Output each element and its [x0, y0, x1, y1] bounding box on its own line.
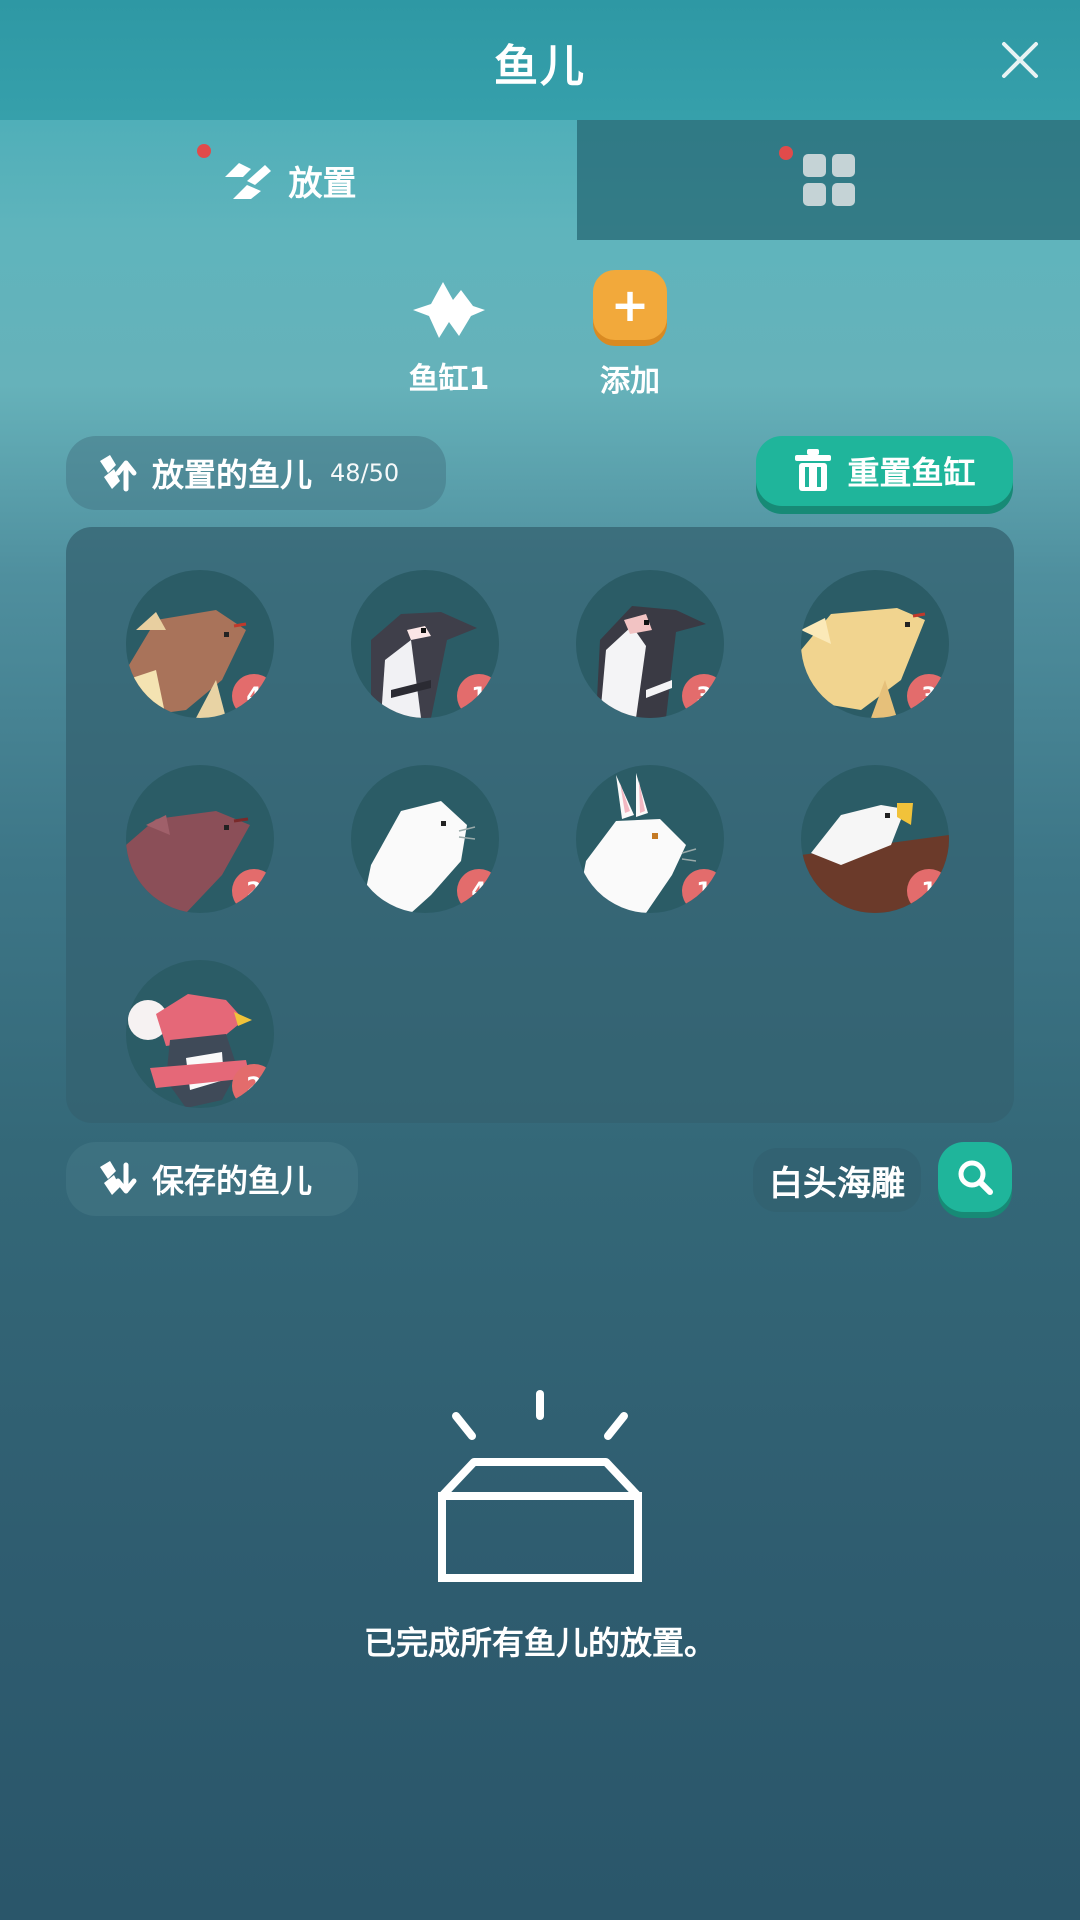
- saved-fish-header: 保存的鱼儿: [66, 1142, 358, 1216]
- animal-count-badge: 3: [907, 674, 949, 718]
- close-button[interactable]: [1000, 40, 1040, 80]
- reset-tank-label: 重置鱼缸: [847, 454, 976, 492]
- grid-icon: [802, 154, 855, 206]
- page-title: 鱼儿: [494, 41, 586, 92]
- placed-fish-count: 48/50: [330, 459, 400, 487]
- animal-slot-penguin-red-hat[interactable]: 2: [126, 960, 274, 1108]
- animal-slot-white-rabbit[interactable]: 1: [576, 765, 724, 913]
- tank-1-label: 鱼缸1: [408, 362, 490, 397]
- notification-dot: [779, 146, 793, 160]
- animal-slot-red-fish[interactable]: 2: [126, 765, 274, 913]
- tank-selector: 鱼缸1 + 添加: [0, 270, 1080, 400]
- add-tank-button[interactable]: + 添加: [570, 270, 690, 400]
- animal-count-badge: 4: [457, 869, 499, 913]
- search-term[interactable]: 白头海雕: [753, 1148, 921, 1212]
- animal-count-badge: 4: [232, 674, 274, 718]
- fish-download-icon: [100, 1161, 137, 1195]
- placed-fish-grid: 4 1 3 3 2 4 1 1 2: [66, 527, 1014, 1123]
- close-icon: [1002, 42, 1038, 78]
- tab-grid[interactable]: [577, 120, 1080, 240]
- search-button[interactable]: [938, 1142, 1012, 1212]
- animal-slot-penguin-white-face[interactable]: 3: [576, 570, 724, 718]
- animal-count-badge: 1: [682, 869, 724, 913]
- animal-count-badge: 2: [232, 1064, 274, 1108]
- trash-icon: [795, 449, 832, 491]
- fish-pair-icon: [224, 163, 271, 199]
- animal-count-badge: 1: [457, 674, 499, 718]
- header-bar: 鱼儿: [0, 0, 1080, 120]
- empty-state-message: 已完成所有鱼儿的放置。: [363, 1624, 716, 1662]
- animal-slot-brown-fish[interactable]: 4: [126, 570, 274, 718]
- tab-bar: 放置: [0, 120, 1080, 240]
- fish-upload-icon: [100, 455, 137, 492]
- notification-dot: [197, 144, 211, 158]
- placed-fish-label: 放置的鱼儿: [152, 456, 313, 494]
- animal-slot-yellow-fish[interactable]: 3: [801, 570, 949, 718]
- empty-box-icon: [438, 1390, 642, 1582]
- plus-icon: +: [593, 270, 667, 340]
- tank-1-button[interactable]: 鱼缸1: [389, 270, 509, 398]
- placed-fish-header: 放置的鱼儿 48/50: [66, 436, 446, 510]
- animal-count-badge: 2: [232, 869, 274, 913]
- animal-slot-bald-eagle[interactable]: 1: [801, 765, 949, 913]
- add-tank-label: 添加: [600, 364, 660, 399]
- tank-icon: [413, 282, 485, 338]
- animal-count-badge: 1: [907, 869, 949, 913]
- search-icon: [958, 1160, 993, 1195]
- reset-tank-button[interactable]: 重置鱼缸: [756, 436, 1013, 506]
- animal-slot-white-seal[interactable]: 4: [351, 765, 499, 913]
- tab-place-label: 放置: [288, 163, 357, 204]
- animal-slot-penguin[interactable]: 1: [351, 570, 499, 718]
- animal-count-badge: 3: [682, 674, 724, 718]
- saved-fish-label: 保存的鱼儿: [152, 1162, 313, 1200]
- tab-place[interactable]: 放置: [0, 120, 577, 240]
